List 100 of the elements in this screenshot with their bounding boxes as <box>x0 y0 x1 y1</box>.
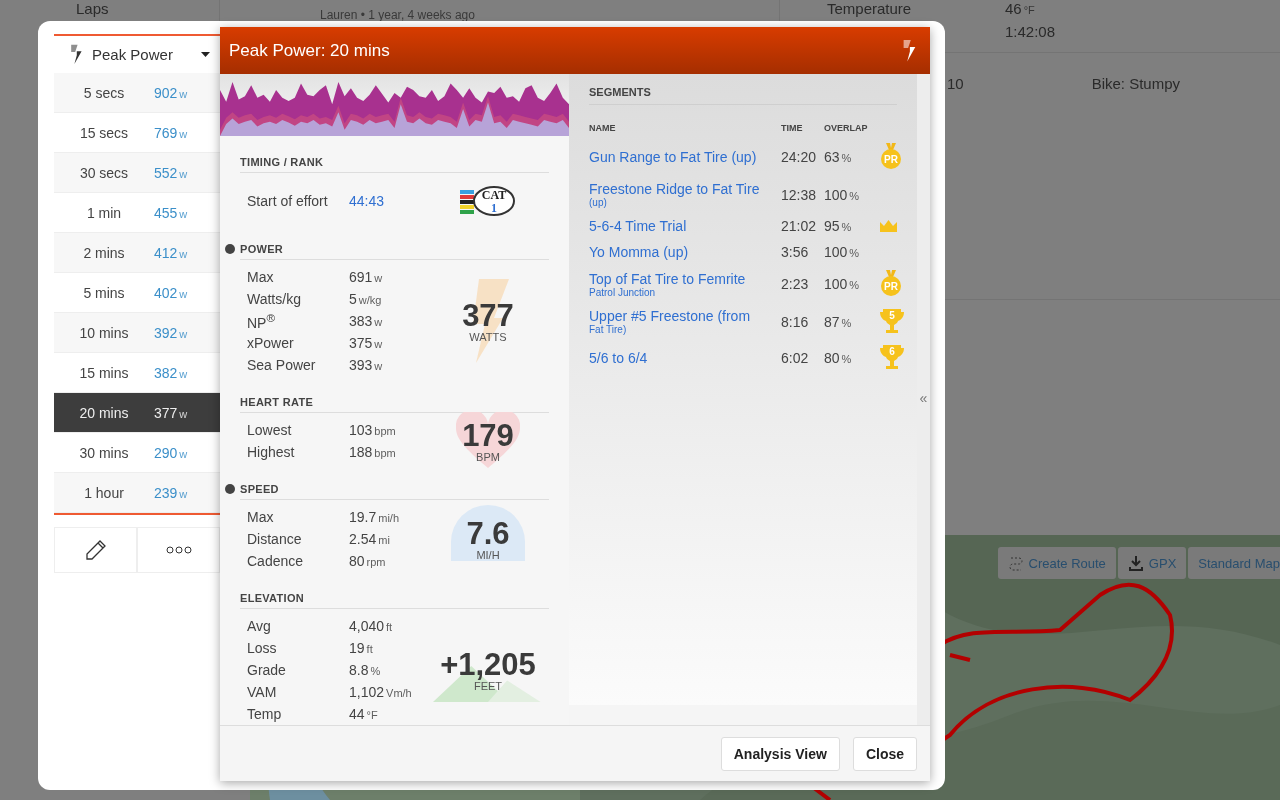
stat-value: 383w <box>349 313 384 329</box>
caret-icon <box>201 52 210 57</box>
column-header: OVERLAP <box>824 123 869 133</box>
more-button[interactable] <box>137 527 220 573</box>
segment-link[interactable]: 5/6 to 6/4 <box>589 350 781 366</box>
badge-unit: FEET <box>473 679 503 692</box>
stat-label: Sea Power <box>247 357 317 373</box>
stat-label: Watts/kg <box>247 291 302 307</box>
dialog-title: Peak Power: 20 mins <box>229 40 390 61</box>
duration-item[interactable]: 5 secs 902w <box>54 73 220 113</box>
badge-value: 7.6 <box>466 517 510 549</box>
segment-overlap: 100% <box>824 276 861 292</box>
gear-value: 10 <box>947 75 964 94</box>
time-link[interactable]: 44:43 <box>349 193 433 209</box>
stat-label: Temperature <box>827 0 913 17</box>
badge-unit: MI/H <box>476 548 500 561</box>
segment-subtitle: (up) <box>589 197 608 208</box>
section-title: HEART RATE <box>240 396 314 408</box>
segment-subtitle: Fat Tire) <box>589 324 628 335</box>
column-header: NAME <box>589 123 617 133</box>
section-title: ELEVATION <box>240 592 305 604</box>
stat-value: 4,040ft <box>349 618 394 634</box>
column-header: TIME <box>781 123 804 133</box>
segments-title: SEGMENTS <box>589 86 897 105</box>
segment-time: 6:02 <box>781 350 810 366</box>
analysis-button[interactable]: Analysis View <box>720 736 840 771</box>
badge-value: 377 <box>462 299 514 331</box>
stat-label: Loss <box>247 640 278 656</box>
segment-overlap: 100% <box>824 186 861 203</box>
stat-value: 188 bpm <box>349 444 397 460</box>
segment-link[interactable]: Upper #5 Freestone (from <box>589 308 781 324</box>
heart-icon <box>456 412 520 470</box>
download-icon <box>1127 555 1144 571</box>
collapse-button[interactable]: « <box>919 389 928 406</box>
stat-label: Max <box>247 269 275 285</box>
laps-heading: Laps <box>76 0 109 17</box>
close-button[interactable]: Close <box>852 736 917 771</box>
stat-value: 375w <box>349 335 384 351</box>
stat-value: 691w <box>349 269 384 285</box>
crown-icon <box>880 220 897 232</box>
stat-value: 80 rpm <box>349 553 387 569</box>
stat-label: NP$^{®}$ <box>247 311 277 331</box>
segment-time: 3:56 <box>781 244 810 260</box>
trophy-icon: 5 <box>880 308 904 335</box>
stat-value: 1:42:08 <box>1005 23 1057 40</box>
stat-value: 44°F <box>349 706 379 722</box>
segment-overlap: 95% <box>824 218 853 234</box>
edit-button[interactable] <box>54 527 137 573</box>
segment-link[interactable]: Yo Momma (up) <box>589 244 781 260</box>
route-icon <box>1007 555 1024 571</box>
stat-label: Avg <box>247 618 272 634</box>
stat-label: Distance <box>247 531 303 547</box>
stat-label: Highest <box>247 444 296 460</box>
stat-value: 103 bpm <box>349 422 397 438</box>
segment-link[interactable]: 5-6-4 Time Trial <box>589 218 781 234</box>
stat-value: 19.7 mi/h <box>349 509 401 525</box>
stat-value: 8.8% <box>349 662 382 678</box>
stat-label: Max <box>247 509 275 525</box>
duration-item[interactable]: 10 mins 392w <box>54 313 220 353</box>
stat-label: Start of effort <box>247 193 329 209</box>
stat-label: VAM <box>247 684 278 700</box>
comment-author: Lauren • 1 year, 4 weeks ago <box>320 8 475 22</box>
stat-value: 393w <box>349 357 384 373</box>
duration-item[interactable]: 2 mins 412w <box>54 233 220 273</box>
segment-overlap: 80% <box>824 350 853 366</box>
stat-label: Cadence <box>247 553 305 569</box>
segment-link[interactable]: Top of Fat Tire to Femrite <box>589 270 781 287</box>
duration-item[interactable]: 30 secs 552w <box>54 153 220 193</box>
segment-subtitle: Patrol Junction <box>589 286 657 298</box>
stat-label: Grade <box>247 662 287 678</box>
stat-value: 1,102Vm/h <box>349 684 413 700</box>
badge-unit: WATTS <box>469 330 507 343</box>
segment-overlap: 87% <box>824 313 853 330</box>
stat-label: Temp <box>247 706 283 722</box>
stat-value: 46°F <box>1005 0 1036 17</box>
bolt-icon <box>68 44 84 65</box>
stat-label: Lowest <box>247 422 293 438</box>
badge-value: +1,205 <box>440 648 536 680</box>
segment-time: 12:38 <box>781 186 818 203</box>
section-title: POWER <box>240 243 284 255</box>
more-icon <box>165 546 192 554</box>
segment-time: 24:20 <box>781 149 818 165</box>
section-title: TIMING / RANK <box>240 156 324 168</box>
stat-value: 5w/kg <box>349 291 383 307</box>
segment-link[interactable]: Freestone Ridge to Fat Tire <box>589 181 781 197</box>
duration-item[interactable]: 1 hour 239w <box>54 473 220 513</box>
stat-label: xPower <box>247 335 295 351</box>
stat-value: 2.54 mi <box>349 531 391 547</box>
stat-value: 19ft <box>349 640 374 656</box>
trophy-icon: 6 <box>880 345 904 371</box>
badge-value: 179 <box>462 419 514 451</box>
segment-time: 21:02 <box>781 218 818 234</box>
segment-link[interactable]: Gun Range to Fat Tire (up) <box>589 149 781 165</box>
duration-item[interactable]: 20 mins 377w <box>54 393 220 433</box>
section-title: SPEED <box>240 483 279 495</box>
pencil-icon <box>84 539 107 561</box>
segment-overlap: 63% <box>824 149 853 165</box>
badge-unit: BPM <box>476 450 500 463</box>
segment-time: 8:16 <box>781 313 810 330</box>
segment-time: 2:23 <box>781 276 810 292</box>
